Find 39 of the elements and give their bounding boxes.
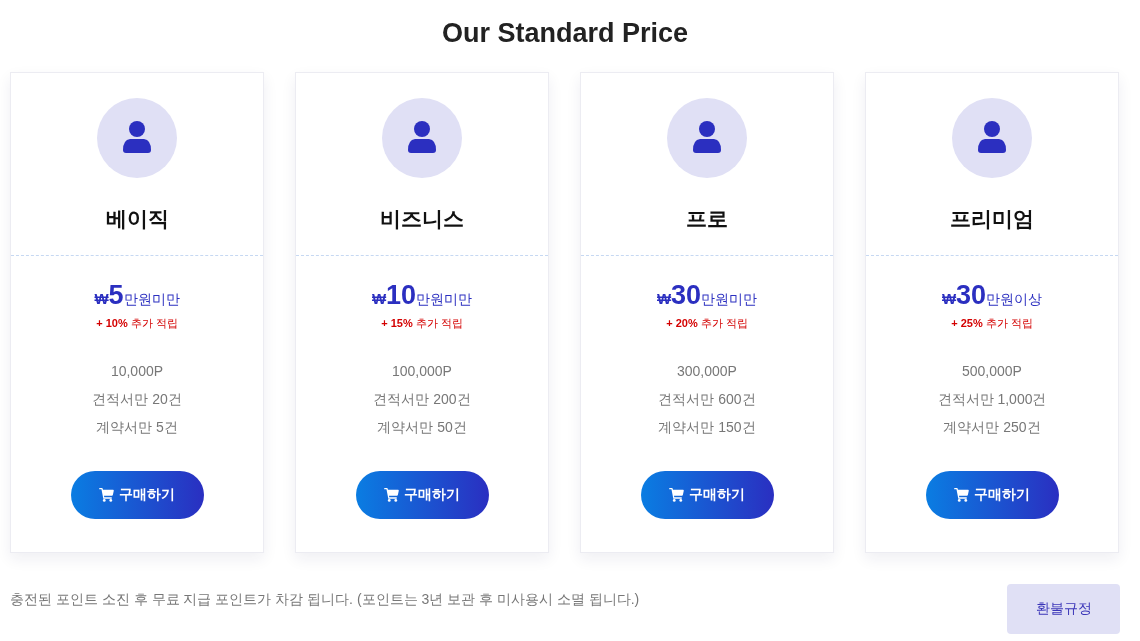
plan-feature: 계약서만 5건 [96, 418, 178, 437]
cart-icon [384, 488, 399, 502]
plan-price: ₩5만원미만 [94, 280, 180, 312]
plan-name: 프리미엄 [950, 206, 1034, 232]
cart-icon [669, 488, 684, 502]
plan-feature: 300,000P [677, 362, 737, 381]
user-icon [382, 98, 462, 178]
plan-name: 비즈니스 [380, 206, 464, 232]
page-title: Our Standard Price [440, 17, 690, 50]
buy-button[interactable]: 구매하기 [70, 471, 204, 519]
plan-feature: 10,000P [110, 362, 164, 381]
user-icon [667, 98, 747, 178]
plan-price: ₩30만원이상 [941, 280, 1043, 312]
footer-note: 충전된 포인트 소진 후 무료 지급 포인트가 차감 됩니다. (포인트는 3년 보관 후 미사용시 소멸 됩니다.) [10, 590, 640, 609]
user-icon [97, 98, 177, 178]
bonus-text: + 15% 추가 적립 [381, 316, 463, 331]
plan-feature: 계약서만 50건 [377, 418, 467, 437]
bonus-text: + 20% 추가 적립 [666, 316, 748, 331]
refund-policy-button[interactable]: 환불규정 [1007, 584, 1120, 634]
plan-feature: 견적서만 600건 [658, 390, 756, 409]
cart-icon [954, 488, 969, 502]
plan-price: ₩30만원미만 [656, 280, 758, 312]
buy-button[interactable]: 구매하기 [355, 471, 489, 519]
plan-feature: 견적서만 200건 [373, 390, 471, 409]
plan-feature: 견적서만 20건 [92, 390, 182, 409]
user-icon [952, 98, 1032, 178]
buy-button[interactable]: 구매하기 [640, 471, 774, 519]
plan-feature: 계약서만 250건 [943, 418, 1041, 437]
plan-price: ₩10만원미만 [371, 280, 473, 312]
plan-feature: 견적서만 1,000건 [937, 390, 1047, 409]
buy-button[interactable]: 구매하기 [925, 471, 1059, 519]
plan-feature: 계약서만 150건 [658, 418, 756, 437]
plan-feature: 100,000P [392, 362, 452, 381]
plan-name: 베이직 [105, 206, 169, 232]
bonus-text: + 25% 추가 적립 [951, 316, 1033, 331]
cart-icon [99, 488, 114, 502]
plan-name: 프로 [686, 206, 728, 232]
plan-feature: 500,000P [962, 362, 1022, 381]
bonus-text: + 10% 추가 적립 [96, 316, 178, 331]
